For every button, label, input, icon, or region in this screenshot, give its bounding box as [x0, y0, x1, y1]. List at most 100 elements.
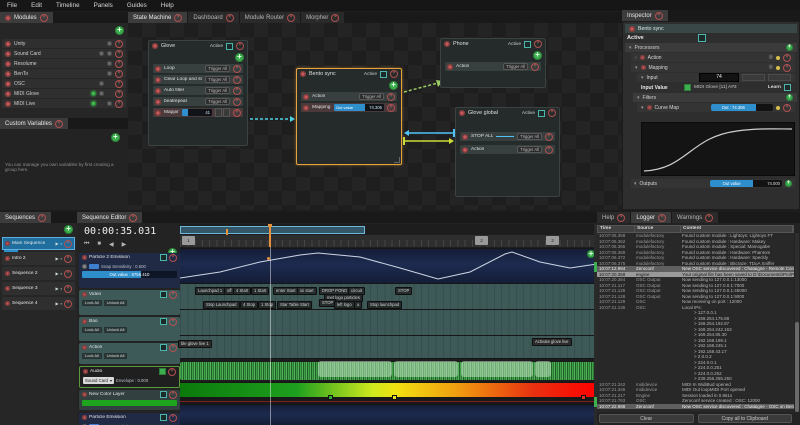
transport-button[interactable]: ■ [97, 241, 101, 248]
node-glove[interactable]: Glove Active Loop [148, 40, 248, 146]
node-row[interactable]: Action Trigger All [460, 145, 555, 154]
trigger-cue[interactable]: u [354, 301, 362, 309]
processor-enable-icon[interactable] [640, 55, 645, 60]
trigger-all-button[interactable]: Trigger All [205, 76, 230, 83]
timeline-area[interactable]: 123 Launchpad 1off4 Start1 Startenter St… [180, 224, 597, 425]
color-keyframe[interactable] [392, 395, 397, 400]
remove-node-icon[interactable] [534, 40, 542, 48]
sequence-item[interactable]: Sequence 4 ▶ ▪ [2, 297, 75, 310]
workspace-tab[interactable]: State Machine [128, 12, 187, 23]
time-marker[interactable]: 3 [546, 236, 559, 245]
remove-row-icon[interactable] [233, 76, 241, 84]
action-processor-row[interactable]: Action ◎ [631, 53, 795, 62]
loop-range-bar[interactable] [180, 226, 365, 234]
module-row[interactable]: BenTo [2, 69, 126, 78]
remove-sequence-icon[interactable] [64, 255, 72, 263]
time-ruler[interactable] [180, 235, 597, 247]
remove-icon[interactable] [783, 54, 791, 62]
target-icon[interactable]: ◎ [769, 65, 773, 70]
stop-icon[interactable]: ▪ [61, 286, 62, 291]
track-checkbox[interactable] [160, 318, 167, 325]
active-checkbox[interactable] [698, 34, 706, 42]
node-enable-icon[interactable] [152, 43, 158, 49]
audio-clip-selection[interactable] [394, 361, 458, 377]
column-content[interactable]: Content [681, 226, 793, 232]
menu-item[interactable]: Help [161, 2, 174, 9]
lane-bao[interactable] [180, 309, 597, 335]
track-checkbox[interactable] [159, 368, 166, 375]
node-row[interactable]: Mapping 74.306 Out value74.306 [301, 103, 397, 112]
workspace-tab[interactable]: Morpher [301, 12, 344, 23]
resize-handle[interactable] [394, 157, 400, 163]
action-trigger[interactable]: ble glove live 1 [178, 340, 212, 348]
active-checkbox[interactable] [226, 43, 233, 50]
mapping-processor-row[interactable]: Mapping ◎ [631, 63, 795, 72]
row-enable-icon[interactable] [303, 94, 309, 100]
collapse-icon[interactable] [634, 181, 637, 187]
add-output-button[interactable] [785, 180, 792, 187]
collapse-icon[interactable] [635, 55, 637, 61]
trigger-cue[interactable]: Stop Launchpad [203, 301, 240, 309]
track-checkbox[interactable] [160, 291, 167, 298]
track-checkbox[interactable] [160, 344, 167, 351]
menu-item[interactable]: Timeline [56, 2, 80, 9]
sequence-enable-icon[interactable] [5, 286, 10, 291]
add-processor-button[interactable] [533, 51, 542, 60]
remove-row-icon[interactable] [387, 93, 395, 101]
lane-particle[interactable] [180, 404, 597, 425]
lock-all-button[interactable]: Lock All [82, 300, 102, 306]
menu-item[interactable]: Panels [94, 2, 113, 9]
audio-device-select[interactable]: Sound Card [83, 377, 114, 384]
row-enable-icon[interactable] [155, 66, 161, 72]
play-icon[interactable]: ▶ [56, 286, 59, 291]
track-header-video[interactable]: Video Lock All Unlock All [79, 290, 180, 315]
close-icon[interactable] [331, 14, 339, 22]
node-phone[interactable]: Phone Active Action Trigger All [440, 38, 546, 88]
logger-tab[interactable]: Logger [631, 212, 671, 223]
trigger-all-button[interactable]: Trigger All [517, 133, 542, 140]
color-gradient[interactable] [180, 383, 597, 397]
color-keyframe[interactable] [328, 395, 333, 400]
row-enable-icon[interactable] [462, 147, 468, 153]
mapping-slider[interactable]: Out value74.306 [334, 104, 384, 111]
module-enable-icon[interactable] [5, 81, 11, 87]
sequence-item[interactable]: Main Sequence ▶ ▪ [2, 237, 75, 250]
trigger-all-button[interactable]: Trigger All [205, 98, 230, 105]
remove-module-icon[interactable] [115, 40, 123, 48]
unlock-all-button[interactable]: Unlock All [104, 353, 128, 359]
track-enable-icon[interactable] [83, 369, 88, 374]
filter-enable-icon[interactable] [647, 105, 652, 110]
node-enable-icon[interactable] [444, 41, 450, 47]
unlock-all-button[interactable]: Unlock All [104, 327, 128, 333]
close-icon[interactable] [287, 14, 295, 22]
module-row[interactable]: Unity [2, 39, 126, 48]
sequence-editor-tab[interactable]: Sequence Editor [77, 212, 142, 223]
time-marker[interactable]: 2 [475, 236, 488, 245]
close-icon[interactable] [38, 214, 46, 222]
menu-item[interactable]: Guides [127, 2, 147, 9]
action-trigger[interactable]: Activate glove live [532, 338, 572, 346]
trigger-all-button[interactable]: Trigger All [503, 63, 528, 70]
audio-clip-selection[interactable] [535, 361, 551, 377]
row-enable-icon[interactable] [155, 88, 161, 94]
row-enable-icon[interactable] [447, 64, 453, 70]
row-enable-icon[interactable] [155, 99, 161, 105]
track-checkbox[interactable] [160, 414, 167, 421]
trigger-all-button[interactable]: Trigger All [205, 65, 230, 72]
trigger-cue[interactable]: 4 Stop [240, 301, 258, 309]
sequences-tab[interactable]: Sequences [0, 212, 51, 223]
collapse-icon[interactable] [641, 105, 644, 111]
node-enable-icon[interactable] [459, 110, 465, 116]
remove-icon[interactable] [783, 104, 791, 112]
node-row[interactable]: beatrepeat Trigger All [153, 97, 243, 106]
sequence-enable-icon[interactable] [5, 241, 10, 246]
remove-sequence-icon[interactable] [64, 285, 72, 293]
trigger-cue[interactable]: 4 Start [233, 287, 251, 295]
track-header-particle2[interactable]: Particle 2 Emission Snap Sensitivity : 0… [79, 253, 180, 288]
collapse-icon[interactable] [635, 65, 638, 71]
processors-section-header[interactable]: Processors [625, 43, 797, 52]
value-active-icon[interactable] [684, 84, 691, 91]
lane-action[interactable]: ble glove live 1 Activate glove live [180, 335, 597, 358]
module-enable-icon[interactable] [5, 91, 11, 97]
track-enable-icon[interactable] [82, 292, 87, 297]
